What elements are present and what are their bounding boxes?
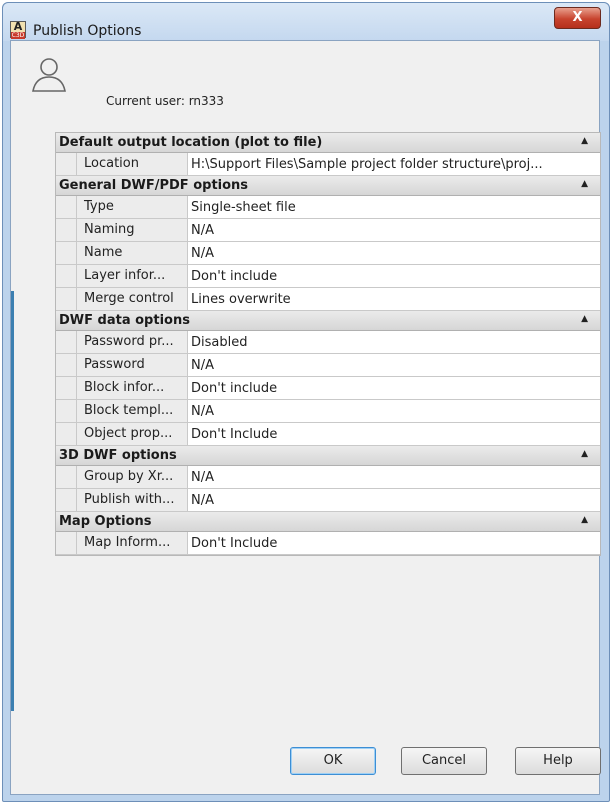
section-header[interactable]: DWF data options ▲ <box>56 311 600 331</box>
current-user-label: Current user: rn333 <box>106 94 224 108</box>
collapse-arrow-icon[interactable]: ▲ <box>581 449 588 459</box>
property-row[interactable]: Naming N/A <box>56 219 600 242</box>
section-title: General DWF/PDF options <box>59 178 249 193</box>
property-name: Password pr... <box>76 331 188 353</box>
property-row[interactable]: Layer infor... Don't include <box>56 265 600 288</box>
row-gutter <box>56 219 76 241</box>
collapse-arrow-icon[interactable]: ▲ <box>581 515 588 525</box>
property-name: Naming <box>76 219 188 241</box>
row-gutter <box>56 331 76 353</box>
property-row[interactable]: Type Single-sheet file <box>56 196 600 219</box>
property-row[interactable]: Block templ... N/A <box>56 400 600 423</box>
property-value[interactable]: N/A <box>188 489 600 511</box>
row-gutter <box>56 265 76 287</box>
row-gutter <box>56 242 76 264</box>
property-name: Name <box>76 242 188 264</box>
property-value[interactable]: N/A <box>188 219 600 241</box>
left-edge-accent <box>11 291 14 711</box>
property-value[interactable]: Don't Include <box>188 423 600 445</box>
close-button[interactable]: X <box>554 7 601 29</box>
row-gutter <box>56 423 76 445</box>
property-value[interactable]: Don't include <box>188 265 600 287</box>
row-gutter <box>56 400 76 422</box>
property-row[interactable]: Group by Xr... N/A <box>56 466 600 489</box>
property-row[interactable]: Name N/A <box>56 242 600 265</box>
section-title: Default output location (plot to file) <box>59 135 323 150</box>
property-row[interactable]: Location H:\Support Files\Sample project … <box>56 153 600 176</box>
collapse-arrow-icon[interactable]: ▲ <box>581 314 588 324</box>
cancel-button[interactable]: Cancel <box>401 747 487 775</box>
section-title: Map Options <box>59 514 152 529</box>
row-gutter <box>56 196 76 218</box>
property-name: Publish with... <box>76 489 188 511</box>
collapse-arrow-icon[interactable]: ▲ <box>581 136 588 146</box>
title-bar: A C3D Publish Options X <box>3 3 609 41</box>
property-value[interactable]: N/A <box>188 400 600 422</box>
property-row[interactable]: Password N/A <box>56 354 600 377</box>
property-grid[interactable]: Default output location (plot to file) ▲ L… <box>55 132 601 556</box>
row-gutter <box>56 153 76 175</box>
property-name: Password <box>76 354 188 376</box>
property-row[interactable]: Map Inform... Don't Include <box>56 532 600 555</box>
property-row[interactable]: Object prop... Don't Include <box>56 423 600 446</box>
help-button[interactable]: Help <box>515 747 601 775</box>
section-header[interactable]: Map Options ▲ <box>56 512 600 532</box>
property-value[interactable]: N/A <box>188 242 600 264</box>
property-name: Group by Xr... <box>76 466 188 488</box>
collapse-arrow-icon[interactable]: ▲ <box>581 179 588 189</box>
section-header[interactable]: Default output location (plot to file) ▲ <box>56 133 600 153</box>
section-header[interactable]: General DWF/PDF options ▲ <box>56 176 600 196</box>
section-title: 3D DWF options <box>59 448 177 463</box>
window-title: Publish Options <box>33 23 142 39</box>
property-value[interactable]: Disabled <box>188 331 600 353</box>
row-gutter <box>56 377 76 399</box>
property-value[interactable]: H:\Support Files\Sample project folder s… <box>188 153 600 175</box>
row-gutter <box>56 489 76 511</box>
property-row[interactable]: Merge control Lines overwrite <box>56 288 600 311</box>
row-gutter <box>56 354 76 376</box>
property-value[interactable]: Don't Include <box>188 532 600 554</box>
property-name: Object prop... <box>76 423 188 445</box>
app-icon-letter: A <box>13 20 23 33</box>
ok-button[interactable]: OK <box>290 747 376 775</box>
app-icon-badge: C3D <box>11 32 25 39</box>
property-row[interactable]: Block infor... Don't include <box>56 377 600 400</box>
property-value[interactable]: Single-sheet file <box>188 196 600 218</box>
property-name: Block infor... <box>76 377 188 399</box>
row-gutter <box>56 466 76 488</box>
property-name: Map Inform... <box>76 532 188 554</box>
user-icon <box>32 58 66 92</box>
property-name: Type <box>76 196 188 218</box>
property-name: Location <box>76 153 188 175</box>
property-value[interactable]: N/A <box>188 354 600 376</box>
row-gutter <box>56 288 76 310</box>
property-name: Block templ... <box>76 400 188 422</box>
dialog-client-area: Current user: rn333 Default output locat… <box>10 40 601 795</box>
property-row[interactable]: Password pr... Disabled <box>56 331 600 354</box>
app-icon: A C3D <box>10 20 26 39</box>
property-row[interactable]: Publish with... N/A <box>56 489 600 512</box>
property-value[interactable]: N/A <box>188 466 600 488</box>
property-value[interactable]: Don't include <box>188 377 600 399</box>
property-name: Merge control <box>76 288 188 310</box>
property-name: Layer infor... <box>76 265 188 287</box>
section-title: DWF data options <box>59 313 190 328</box>
section-header[interactable]: 3D DWF options ▲ <box>56 446 600 466</box>
property-value[interactable]: Lines overwrite <box>188 288 600 310</box>
row-gutter <box>56 532 76 554</box>
